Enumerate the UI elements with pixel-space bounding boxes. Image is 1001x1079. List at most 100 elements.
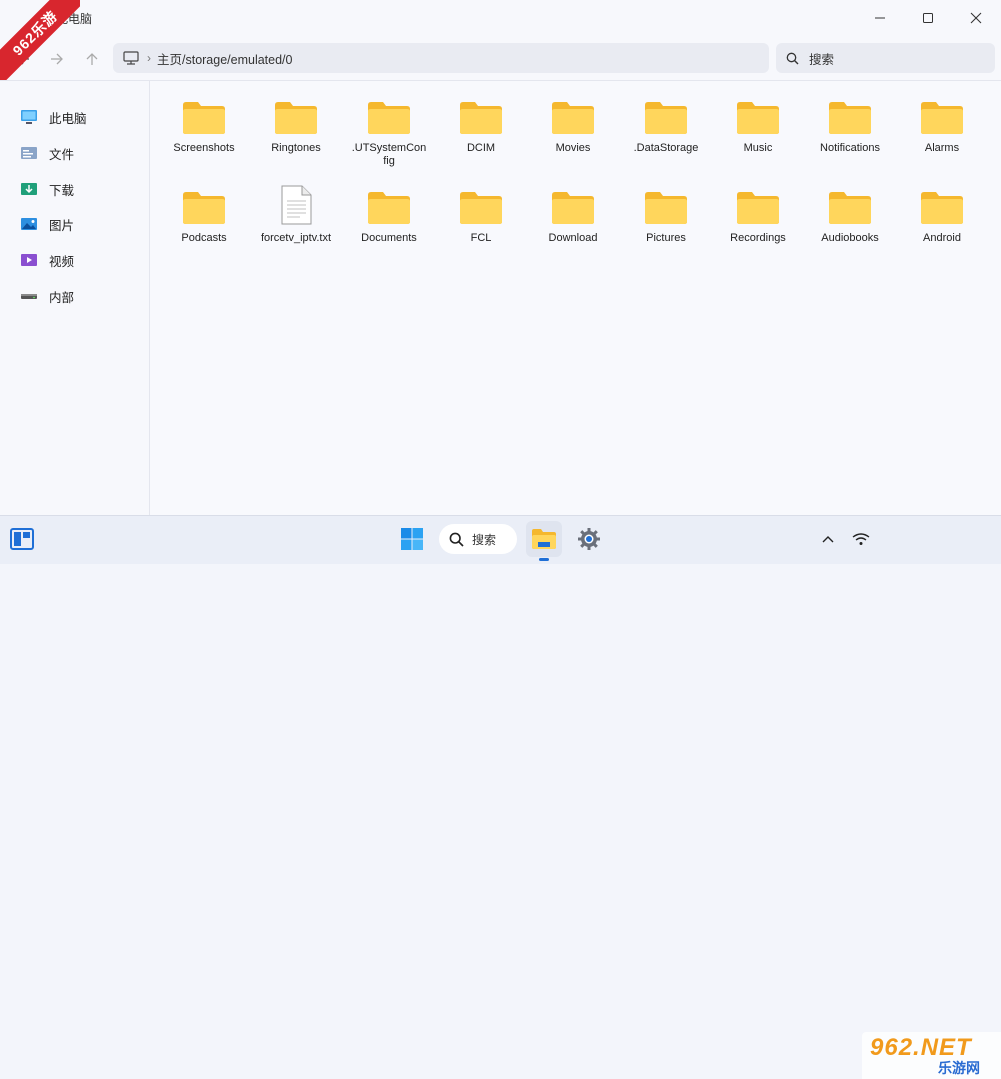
minimize-button[interactable] — [857, 6, 903, 30]
arrow-left-icon — [17, 53, 29, 65]
file-name: Screenshots — [173, 142, 235, 154]
address-bar[interactable]: › 主页/storage/emulated/0 — [113, 43, 769, 73]
folder-icon — [920, 185, 964, 225]
folder-icon — [459, 185, 503, 225]
folder-item[interactable]: DCIM — [439, 95, 523, 155]
gear-icon — [578, 528, 600, 550]
folder-icon — [644, 185, 688, 225]
search-placeholder: 搜索 — [809, 52, 835, 67]
maximize-button[interactable] — [905, 6, 951, 30]
folder-icon — [532, 529, 556, 549]
close-button[interactable] — [953, 6, 999, 30]
sidebar-item-label: 内部 — [49, 290, 75, 305]
sidebar-item-pictures[interactable]: 图片 — [20, 212, 74, 236]
text-file-icon — [274, 185, 318, 225]
computer-icon — [20, 108, 38, 126]
start-button[interactable] — [398, 525, 426, 553]
sidebar: 此电脑 文件 下载 图片 视频 内部 — [0, 81, 150, 515]
watermark-logo-sub: 乐游网 — [938, 1060, 980, 1076]
folder-item[interactable]: Pictures — [624, 185, 708, 245]
arrow-up-icon — [86, 53, 98, 65]
back-button[interactable] — [12, 48, 34, 70]
file-name: FCL — [470, 232, 492, 244]
wifi-icon — [852, 533, 870, 545]
folder-icon — [459, 95, 503, 135]
folder-item[interactable]: Alarms — [900, 95, 984, 155]
folder-icon — [367, 95, 411, 135]
sidebar-item-documents[interactable]: 文件 — [20, 141, 74, 165]
file-name: .UTSystemConfig — [351, 142, 427, 167]
file-name: .DataStorage — [633, 142, 699, 154]
wifi-status[interactable] — [850, 529, 872, 549]
show-hidden-icons-button[interactable] — [818, 529, 838, 549]
file-name: Recordings — [730, 232, 786, 244]
taskbar-search[interactable]: 搜索 — [439, 524, 517, 554]
file-name: Podcasts — [181, 232, 227, 244]
up-button[interactable] — [81, 48, 103, 70]
folder-icon — [736, 95, 780, 135]
file-name: Movies — [555, 142, 591, 154]
sidebar-item-downloads[interactable]: 下载 — [20, 177, 74, 201]
folder-icon — [274, 95, 318, 135]
file-name: Notifications — [820, 142, 880, 154]
download-icon — [20, 180, 38, 198]
folder-item[interactable]: .DataStorage — [624, 95, 708, 155]
sidebar-item-videos[interactable]: 视频 — [20, 248, 74, 272]
folder-icon — [828, 185, 872, 225]
folder-item[interactable]: Ringtones — [254, 95, 338, 155]
monitor-icon — [123, 51, 139, 65]
folder-item[interactable]: .UTSystemConfig — [347, 95, 431, 168]
folder-item[interactable]: Documents — [347, 185, 431, 245]
folder-icon — [828, 95, 872, 135]
widgets-button[interactable] — [8, 525, 36, 553]
folder-item[interactable]: Notifications — [808, 95, 892, 155]
file-name: Alarms — [924, 142, 960, 154]
file-item[interactable]: forcetv_iptv.txt — [254, 185, 338, 245]
window-title: 此电脑 — [56, 12, 93, 26]
folder-item[interactable]: Movies — [531, 95, 615, 155]
sidebar-item-this-pc[interactable]: 此电脑 — [20, 105, 87, 129]
folder-item[interactable]: Podcasts — [162, 185, 246, 245]
widgets-icon — [10, 528, 34, 550]
file-name: Audiobooks — [821, 232, 879, 244]
sidebar-item-internal[interactable]: 内部 — [20, 284, 74, 308]
sidebar-item-label: 视频 — [49, 254, 75, 269]
chevron-up-icon — [822, 536, 834, 543]
file-name: Documents — [361, 232, 417, 244]
settings-taskbar-button[interactable] — [575, 525, 603, 553]
taskbar-search-label: 搜索 — [472, 532, 497, 547]
file-name: forcetv_iptv.txt — [260, 232, 332, 244]
folder-item[interactable]: Recordings — [716, 185, 800, 245]
search-icon — [786, 52, 799, 65]
folder-icon — [644, 95, 688, 135]
address-path: 主页/storage/emulated/0 — [157, 52, 293, 67]
folder-item[interactable]: Android — [900, 185, 984, 245]
folder-icon — [551, 185, 595, 225]
windows-logo-icon — [401, 528, 423, 550]
folder-icon — [551, 95, 595, 135]
folder-item[interactable]: Music — [716, 95, 800, 155]
folder-item[interactable]: FCL — [439, 185, 523, 245]
drive-icon — [20, 287, 38, 305]
folder-item[interactable]: Screenshots — [162, 95, 246, 155]
file-name: Download — [548, 232, 598, 244]
folder-icon — [920, 95, 964, 135]
search-input[interactable]: 搜索 — [776, 43, 995, 73]
sidebar-item-label: 图片 — [49, 218, 75, 233]
folder-item[interactable]: Download — [531, 185, 615, 245]
file-name: Pictures — [646, 232, 686, 244]
navigation-bar: › 主页/storage/emulated/0 搜索 — [0, 36, 1001, 81]
close-icon — [970, 12, 982, 24]
file-explorer-taskbar-button[interactable] — [526, 521, 562, 557]
video-icon — [20, 251, 38, 269]
forward-button[interactable] — [46, 48, 68, 70]
folder-icon — [367, 185, 411, 225]
sidebar-item-label: 下载 — [49, 183, 75, 198]
file-name: Android — [923, 232, 961, 244]
folder-icon — [182, 185, 226, 225]
file-grid: Screenshots Ringtones .UTSystemConfig DCIM M… — [150, 81, 1001, 515]
sidebar-item-label: 此电脑 — [49, 111, 87, 126]
document-icon — [20, 144, 38, 162]
maximize-icon — [923, 13, 933, 23]
folder-item[interactable]: Audiobooks — [808, 185, 892, 245]
